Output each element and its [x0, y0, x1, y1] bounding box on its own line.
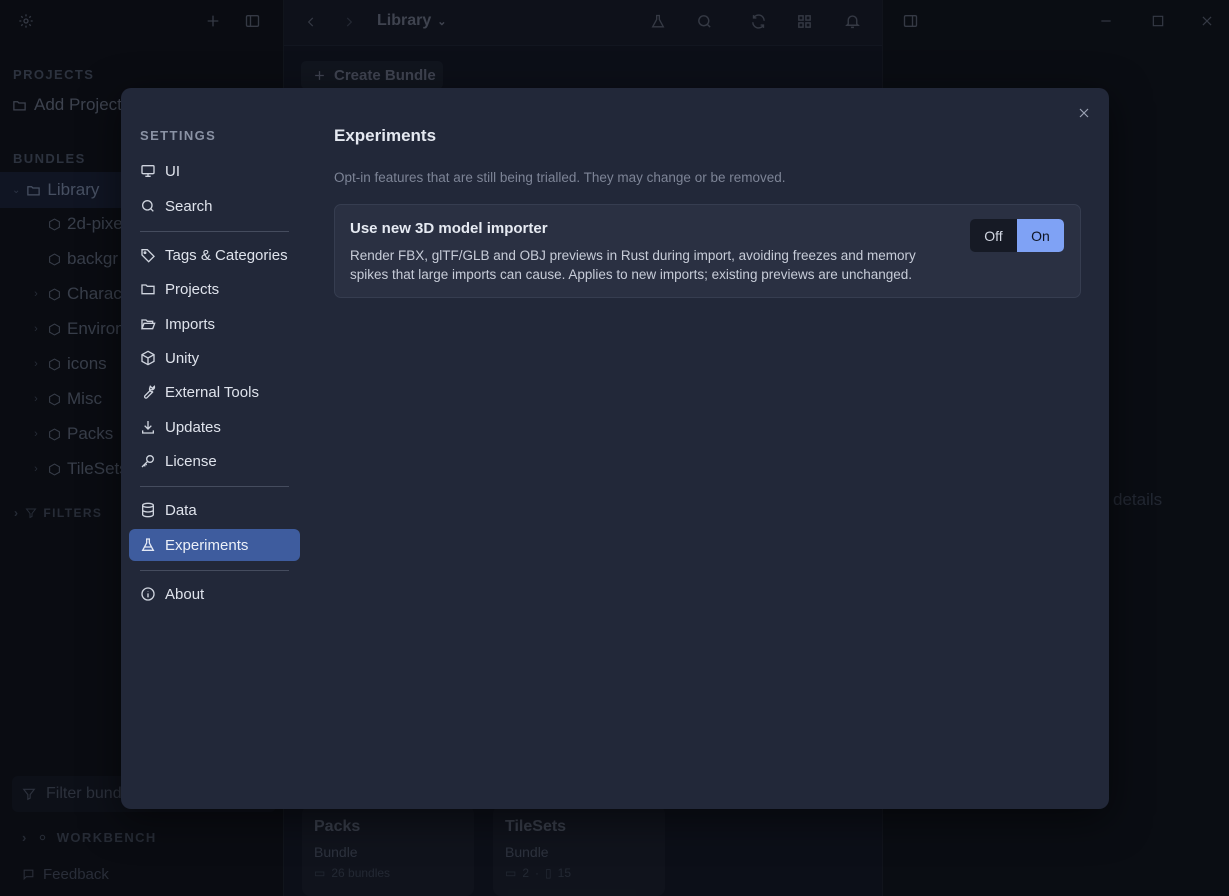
nav-item-about[interactable]: About — [129, 578, 300, 610]
close-icon[interactable] — [1075, 104, 1093, 122]
nav-item-label: Updates — [165, 418, 221, 436]
nav-item-label: Experiments — [165, 536, 249, 554]
settings-heading: SETTINGS — [140, 128, 217, 143]
cube-icon — [140, 350, 156, 366]
nav-item-label: External Tools — [165, 383, 259, 401]
nav-item-label: About — [165, 585, 205, 603]
nav-item-ui[interactable]: UI — [129, 155, 300, 187]
nav-item-label: License — [165, 452, 217, 470]
nav-divider — [140, 486, 289, 487]
experiment-title: Use new 3D model importer — [350, 220, 548, 237]
nav-divider — [140, 231, 289, 232]
search-icon — [140, 198, 156, 214]
nav-item-label: Tags & Categories — [165, 246, 288, 264]
nav-divider — [140, 570, 289, 571]
nav-item-label: Projects — [165, 280, 220, 298]
nav-item-imports[interactable]: Imports — [129, 308, 300, 340]
settings-dialog: SETTINGS UI Search Tags & Categories Pro… — [121, 88, 1109, 809]
key-icon — [140, 453, 156, 469]
nav-item-unity[interactable]: Unity — [129, 342, 300, 374]
nav-item-search[interactable]: Search — [129, 190, 300, 222]
database-icon — [140, 502, 156, 518]
experiment-description: Render FBX, glTF/GLB and OBJ previews in… — [350, 248, 916, 282]
nav-item-tags-categories[interactable]: Tags & Categories — [129, 239, 300, 271]
page-title: Experiments — [334, 126, 437, 145]
tag-icon — [140, 247, 156, 263]
nav-item-label: Search — [165, 197, 213, 215]
page-description: Opt-in features that are still being tri… — [334, 170, 786, 185]
nav-item-data[interactable]: Data — [129, 494, 300, 526]
experiment-toggle[interactable]: Off On — [970, 219, 1064, 252]
nav-item-updates[interactable]: Updates — [129, 411, 300, 443]
download-icon — [140, 419, 156, 435]
flask-icon — [140, 537, 156, 553]
info-icon — [140, 586, 156, 602]
nav-item-label: Imports — [165, 315, 216, 333]
wrench-icon — [140, 384, 156, 400]
toggle-off-button[interactable]: Off — [970, 219, 1017, 252]
nav-item-label: Data — [165, 501, 197, 519]
nav-item-label: UI — [165, 162, 180, 180]
monitor-icon — [140, 163, 156, 179]
folder-icon — [140, 281, 156, 297]
nav-item-label: Unity — [165, 349, 200, 367]
nav-item-license[interactable]: License — [129, 445, 300, 477]
toggle-on-button[interactable]: On — [1017, 219, 1064, 252]
nav-item-external-tools[interactable]: External Tools — [129, 376, 300, 408]
folder-open-icon — [140, 316, 156, 332]
experiment-card: Use new 3D model importer Render FBX, gl… — [334, 204, 1081, 298]
nav-item-projects[interactable]: Projects — [129, 273, 300, 305]
nav-item-experiments[interactable]: Experiments — [129, 529, 300, 561]
settings-content: Experiments Opt-in features that are sti… — [334, 126, 1081, 298]
